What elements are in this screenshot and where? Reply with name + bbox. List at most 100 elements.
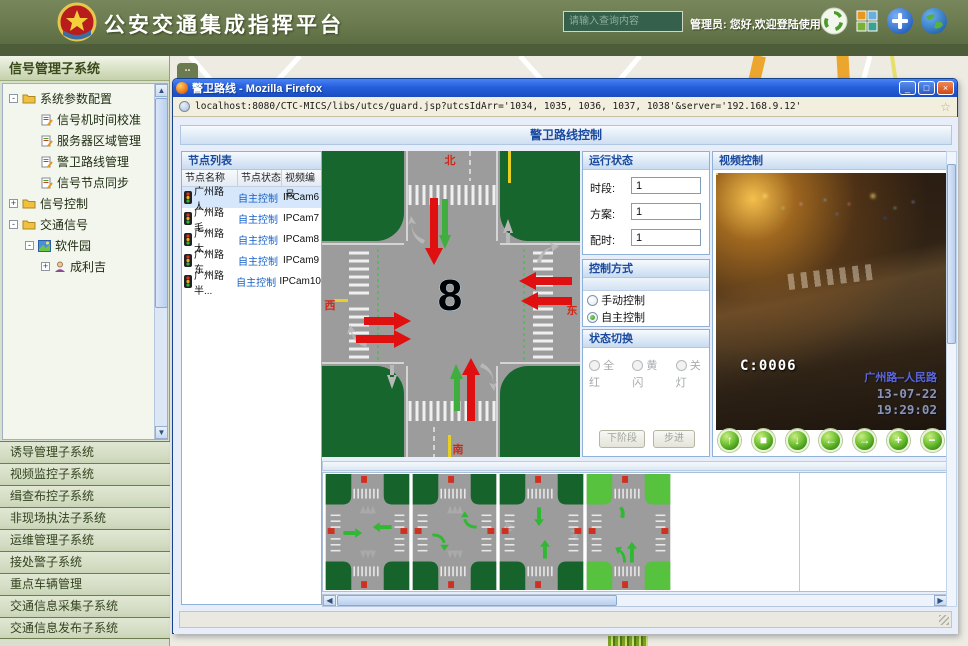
ptz-stop-button[interactable]: ■ — [752, 429, 775, 452]
sidebar-item-video-surveillance[interactable]: 视频监控子系统 — [0, 463, 170, 485]
add-icon[interactable] — [886, 7, 914, 35]
bookmark-star-icon[interactable]: ☆ — [940, 100, 951, 114]
sidebar-item-guidance[interactable]: 诱导管理子系统 — [0, 441, 170, 463]
collapse-icon[interactable]: - — [25, 241, 34, 250]
phase-thumbnail-2[interactable] — [412, 474, 497, 590]
collapse-icon[interactable]: - — [9, 94, 18, 103]
window-title: 警卫路线 - Mozilla Firefox — [192, 80, 899, 96]
sidebar-item-key-vehicles[interactable]: 重点车辆管理 — [0, 573, 170, 595]
auto-control-radio[interactable]: 自主控制 — [587, 310, 709, 327]
browser-window: 警卫路线 - Mozilla Firefox _ □ × localhost:8… — [172, 78, 958, 634]
collapse-icon[interactable]: - — [9, 220, 18, 229]
close-button[interactable]: × — [937, 81, 954, 95]
ptz-left-button[interactable]: ← — [819, 429, 842, 452]
firefox-icon — [176, 82, 188, 94]
scrollbar-thumb[interactable] — [337, 595, 617, 606]
scroll-up-icon[interactable]: ▲ — [155, 84, 168, 97]
node-list-title: 节点列表 — [182, 152, 321, 170]
minimize-button[interactable]: _ — [899, 81, 916, 95]
global-search-input[interactable] — [563, 11, 683, 32]
run-status-title: 运行状态 — [583, 152, 709, 170]
phase-thumbnail-1[interactable] — [325, 474, 410, 590]
sidebar-item-alarm-dispatch[interactable]: 接处警子系统 — [0, 551, 170, 573]
zoom-out-button[interactable]: − — [921, 429, 944, 452]
table-row[interactable]: 广州路半... 自主控制 IPCam10 — [182, 271, 321, 292]
tree-item-guard-route[interactable]: 警卫路线管理 — [5, 151, 153, 172]
tree-item-software-park[interactable]: - 软件园 — [5, 235, 153, 256]
scroll-down-icon[interactable]: ▼ — [155, 426, 168, 439]
document-edit-icon — [41, 156, 53, 168]
sidebar-item-offsite-enforcement[interactable]: 非现场执法子系统 — [0, 507, 170, 529]
west-label: 西 — [325, 299, 336, 312]
tree-item-server-region[interactable]: 服务器区域管理 — [5, 130, 153, 151]
sidebar-item-investigation[interactable]: 缉查布控子系统 — [0, 485, 170, 507]
tree-item-traffic-signal[interactable]: - 交通信号 — [5, 214, 153, 235]
scrollbar-thumb[interactable] — [155, 98, 168, 308]
expand-icon[interactable]: + — [41, 262, 50, 271]
tree-scrollbar[interactable]: ▲ ▼ — [154, 84, 167, 439]
plan-input[interactable] — [631, 203, 701, 220]
phase-thumbnail-4-active[interactable] — [586, 474, 671, 590]
resize-grip[interactable] — [939, 615, 949, 625]
document-edit-icon — [41, 114, 53, 126]
south-label: 南 — [453, 442, 464, 456]
east-label: 东 — [567, 303, 578, 317]
ptz-right-button[interactable]: → — [853, 429, 876, 452]
maximize-button[interactable]: □ — [918, 81, 935, 95]
collapse-tab[interactable]: .. — [177, 63, 198, 78]
expand-icon[interactable]: + — [9, 199, 18, 208]
site-icon — [38, 240, 51, 252]
apps-grid-icon[interactable] — [856, 10, 878, 32]
tree-item-node-sync[interactable]: 信号节点同步 — [5, 172, 153, 193]
phase-thumbnail-3[interactable] — [499, 474, 584, 590]
control-mode-panel: 控制方式 手动控制 自主控制 — [582, 259, 710, 327]
ptz-down-button[interactable]: ↓ — [786, 429, 809, 452]
scroll-left-icon[interactable]: ◀ — [323, 595, 336, 606]
scrollbar-thumb[interactable] — [947, 164, 956, 344]
window-titlebar[interactable]: 警卫路线 - Mozilla Firefox _ □ × — [173, 79, 957, 97]
globe-icon[interactable] — [920, 7, 948, 35]
all-red-radio: 全红 — [589, 358, 622, 375]
timing-input[interactable] — [631, 229, 701, 246]
tree-item-signal-time-sync[interactable]: 信号机时间校准 — [5, 109, 153, 130]
welcome-text: 管理员: 您好,欢迎登陆使用 — [690, 16, 821, 32]
header-divider — [0, 44, 968, 56]
phase-countdown: 8 — [438, 271, 462, 320]
url-text[interactable]: localhost:8080/CTC-MICS/libs/utcs/guard.… — [195, 101, 935, 112]
app-header: 公安交通集成指挥平台 管理员: 您好,欢迎登陆使用 — [0, 0, 968, 44]
status-switch-title: 状态切换 — [583, 330, 709, 348]
phase-strip-header — [322, 461, 948, 471]
sidebar-item-maintenance[interactable]: 运维管理子系统 — [0, 529, 170, 551]
col-node-status: 节点状态 — [238, 170, 282, 186]
col-video-id: 视频编号 — [282, 170, 321, 186]
video-title: 视频控制 — [713, 152, 949, 170]
manual-control-radio[interactable]: 手动控制 — [587, 293, 709, 310]
refresh-icon[interactable] — [820, 7, 848, 35]
yellow-flash-radio: 黄闪 — [632, 358, 665, 375]
desktop: 公安交通集成指挥平台 管理员: 您好,欢迎登陆使用 — [0, 0, 968, 646]
app-title: 公安交通集成指挥平台 — [104, 9, 344, 39]
tree-item-system-params[interactable]: - 系统参数配置 — [5, 88, 153, 109]
vertical-scrollbar[interactable] — [946, 151, 957, 607]
zoom-in-button[interactable]: + — [887, 429, 910, 452]
sidebar-item-info-collection[interactable]: 交通信息采集子系统 — [0, 595, 170, 617]
folder-icon — [22, 93, 36, 104]
folder-icon — [22, 198, 36, 209]
next-stage-button: 下阶段 — [599, 430, 645, 448]
camera-time-overlay: 19:29:02 — [864, 402, 937, 418]
document-edit-icon — [41, 177, 53, 189]
tree-item-chengliji[interactable]: + 成利吉 — [5, 256, 153, 277]
traffic-light-icon — [184, 233, 192, 246]
radio-selected-icon — [587, 312, 598, 323]
ptz-up-button[interactable]: ↑ — [718, 429, 741, 452]
node-list-panel: 节点列表 节点名称 节点状态 视频编号 广州路人... 自主控制 IPCam6 … — [181, 151, 322, 605]
camera-date-overlay: 13-07-22 — [864, 386, 937, 402]
run-status-panel: 运行状态 时段: 方案: 配时: — [582, 151, 710, 255]
sidebar-item-info-publish[interactable]: 交通信息发布子系统 — [0, 617, 170, 639]
period-input[interactable] — [631, 177, 701, 194]
folder-icon — [22, 219, 36, 230]
horizontal-scrollbar[interactable]: ◀ ▶ — [322, 594, 948, 607]
address-bar[interactable]: localhost:8080/CTC-MICS/libs/utcs/guard.… — [173, 97, 957, 117]
document-edit-icon — [41, 135, 53, 147]
tree-item-signal-control[interactable]: + 信号控制 — [5, 193, 153, 214]
